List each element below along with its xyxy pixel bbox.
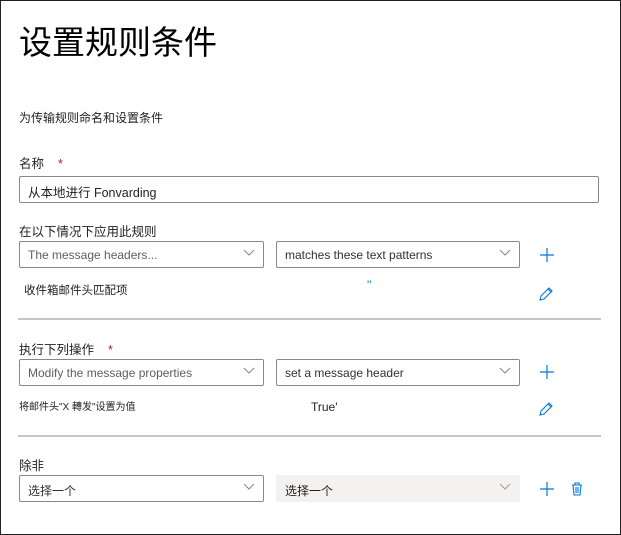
conditions-label: 在以下情况下应用此规则 — [19, 225, 157, 239]
divider — [18, 435, 601, 437]
action-summary-value[interactable]: True' — [311, 400, 338, 414]
edit-condition-icon[interactable] — [538, 286, 554, 302]
chevron-down-icon — [499, 483, 511, 490]
actions-label-text: 执行下列操作 — [19, 343, 95, 357]
condition-summary: 收件箱邮件头匹配项 — [24, 285, 128, 297]
chevron-down-icon — [499, 367, 511, 374]
page-title: 设置规则条件 — [19, 24, 217, 61]
add-exception-icon[interactable] — [539, 481, 555, 497]
chevron-down-icon — [499, 249, 511, 256]
condition-operator-select[interactable]: matches these text patterns — [276, 241, 520, 268]
action-detail-value: set a message header — [285, 366, 404, 380]
exception-operator-select[interactable]: 选择一个 — [276, 475, 520, 502]
actions-label: 执行下列操作 * — [19, 339, 113, 358]
action-type-value: Modify the message properties — [28, 366, 193, 380]
exception-property-value: 选择一个 — [28, 484, 77, 498]
action-type-select[interactable]: Modify the message properties — [19, 359, 264, 386]
action-detail-select[interactable]: set a message header — [276, 359, 520, 386]
divider — [18, 318, 601, 320]
add-condition-icon[interactable] — [539, 247, 555, 263]
chevron-down-icon — [243, 367, 255, 374]
chevron-down-icon — [243, 249, 255, 256]
condition-operator-value: matches these text patterns — [285, 248, 433, 262]
trash-icon[interactable] — [569, 481, 585, 497]
required-marker: * — [58, 157, 63, 171]
chevron-down-icon — [243, 483, 255, 490]
name-label-text: 名称 — [19, 157, 45, 171]
condition-property-value: The message headers... — [28, 248, 158, 262]
edit-action-icon[interactable] — [538, 401, 554, 417]
add-action-icon[interactable] — [539, 364, 555, 380]
action-summary: 将邮件头"X 轉发"设置为值 — [19, 402, 136, 413]
exceptions-label: 除非 — [19, 459, 45, 473]
name-label: 名称 * — [19, 153, 63, 172]
required-marker: * — [108, 343, 113, 357]
condition-summary-value[interactable]: '' — [367, 280, 371, 292]
page-subtitle: 为传输规则命名和设置条件 — [19, 111, 164, 125]
name-input[interactable]: 从本地进行 Fonvarding — [19, 176, 599, 203]
exception-operator-value: 选择一个 — [285, 484, 334, 498]
condition-property-select[interactable]: The message headers... — [19, 241, 264, 268]
exception-property-select[interactable]: 选择一个 — [19, 475, 264, 502]
